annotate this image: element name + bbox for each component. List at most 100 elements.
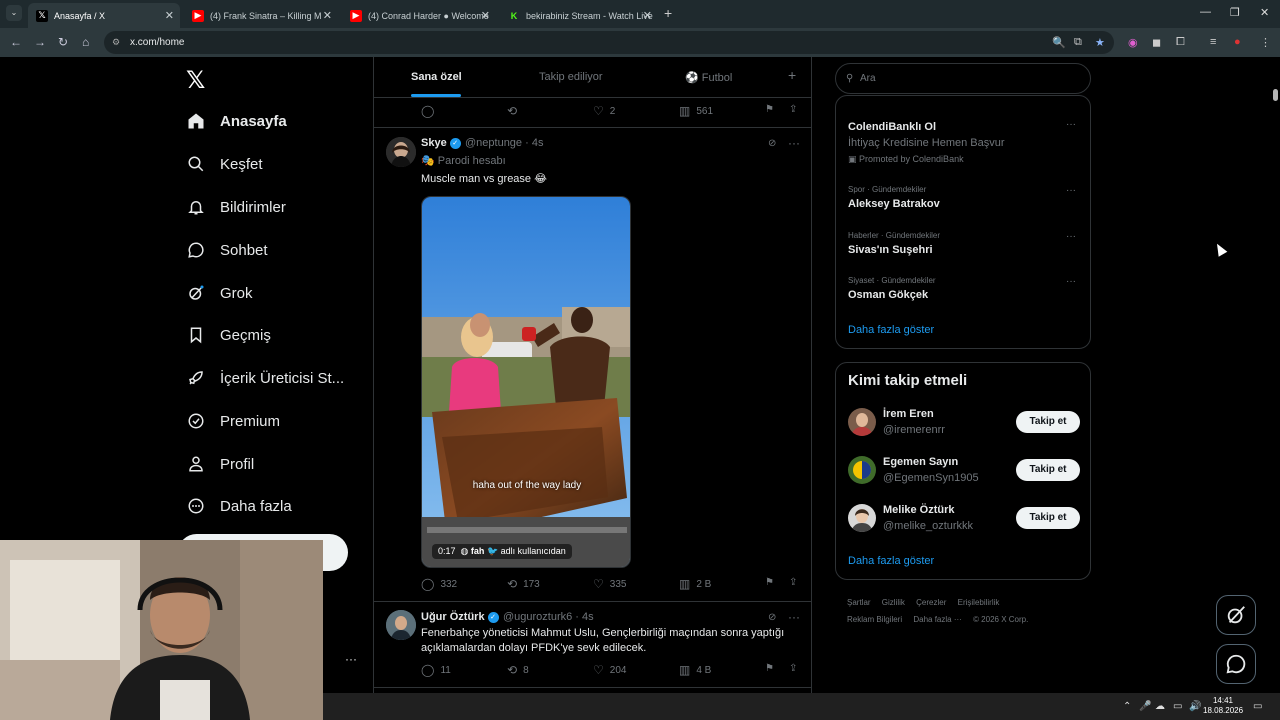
reply-button[interactable]: ◯	[421, 104, 440, 118]
trend-more-icon[interactable]: ···	[1066, 231, 1076, 242]
nav-home[interactable]: Anasayfa	[186, 105, 287, 137]
grok-post-icon[interactable]: ⊘	[768, 612, 776, 623]
avatar[interactable]	[386, 610, 416, 640]
avatar[interactable]	[386, 137, 416, 167]
follow-button[interactable]: Takip et	[1016, 411, 1080, 433]
profile-icon[interactable]: ●	[1234, 36, 1241, 48]
footer-link-terms[interactable]: Şartlar	[847, 598, 871, 607]
post-author[interactable]: Uğur Öztürk ✓	[421, 611, 499, 623]
nav-more[interactable]: Daha fazla	[186, 490, 292, 522]
extension-icon[interactable]: ◼	[1152, 36, 1161, 49]
post-video[interactable]: haha out of the way lady 0:17 ◍ fah 🐦 ad…	[421, 196, 631, 568]
site-info-icon[interactable]: ⚙	[112, 31, 120, 54]
avatar[interactable]	[848, 408, 876, 436]
follow-button[interactable]: Takip et	[1016, 459, 1080, 481]
share-icon[interactable]: ⇪	[789, 104, 797, 115]
trend-title[interactable]: Osman Gökçek	[848, 289, 928, 301]
new-tab-button[interactable]: +	[664, 5, 672, 21]
trend-title[interactable]: Aleksey Batrakov	[848, 198, 940, 210]
trend-more-icon[interactable]: ···	[1066, 119, 1076, 130]
tab-search-button[interactable]: ⌄	[6, 5, 22, 21]
post-handle[interactable]: @neptunge · 4s	[465, 137, 543, 149]
avatar[interactable]	[848, 456, 876, 484]
suggested-user-name[interactable]: Egemen Sayın	[883, 456, 958, 468]
tab-for-you[interactable]: Sana özel	[411, 71, 462, 83]
close-icon[interactable]: ✕	[481, 9, 490, 22]
bookmark-post-icon[interactable]: ⚑	[765, 577, 774, 588]
share-icon[interactable]: ⇪	[789, 577, 797, 588]
forward-icon[interactable]: →	[34, 35, 46, 49]
cast-icon[interactable]: ⧉	[1074, 36, 1082, 49]
footer-link-ads-info[interactable]: Reklam Bilgileri	[847, 615, 902, 624]
tab-youtube-conrad[interactable]: ▶ (4) Conrad Harder ● Welcome ✕	[342, 3, 496, 28]
repost-button[interactable]: ⟲	[507, 104, 523, 118]
x-logo-icon[interactable]: 𝕏	[186, 66, 205, 95]
like-button[interactable]: ♡ 335	[593, 577, 626, 591]
cloud-icon[interactable]: ☁	[1155, 701, 1165, 712]
post-more-icon[interactable]: ···	[788, 610, 800, 624]
nav-premium[interactable]: Premium	[186, 405, 280, 437]
tab-following[interactable]: Takip ediliyor	[539, 71, 603, 83]
tab-x-home[interactable]: 𝕏 Anasayfa / X ✕	[28, 3, 180, 28]
back-icon[interactable]: ←	[10, 35, 22, 49]
post-handle[interactable]: @ugurozturk6 · 4s	[503, 611, 594, 623]
nav-notifications[interactable]: Bildirimler	[186, 191, 286, 223]
bookmark-post-icon[interactable]: ⚑	[765, 104, 774, 115]
trend-title[interactable]: Sivas'ın Suşehri	[848, 244, 933, 256]
trend-title[interactable]: ColendiBanklı Ol	[848, 121, 936, 133]
tray-chevron-icon[interactable]: ⌃	[1123, 701, 1131, 712]
trend-more-icon[interactable]: ···	[1066, 185, 1076, 196]
account-menu-icon[interactable]: ···	[345, 652, 357, 666]
nav-explore[interactable]: Keşfet	[186, 148, 263, 180]
extension-icon[interactable]: ◉	[1128, 36, 1138, 49]
window-close-icon[interactable]: ✕	[1260, 6, 1269, 19]
microphone-icon[interactable]: 🎤	[1139, 701, 1151, 712]
nav-chat[interactable]: Sohbet	[186, 234, 268, 266]
views-button[interactable]: ▥ 561	[679, 104, 713, 118]
taskbar-clock[interactable]: 14:41 18.08.2026	[1203, 696, 1243, 716]
nav-creator-studio[interactable]: İçerik Üreticisi St...	[186, 362, 344, 394]
close-icon[interactable]: ✕	[643, 9, 652, 22]
like-button[interactable]: ♡ 204	[593, 663, 626, 677]
close-icon[interactable]: ✕	[323, 9, 332, 22]
reload-icon[interactable]: ↻	[58, 35, 68, 49]
tab-youtube-sinatra[interactable]: ▶ (4) Frank Sinatra – Killing M ✕	[184, 3, 338, 28]
post-more-icon[interactable]: ···	[788, 136, 800, 150]
close-icon[interactable]: ✕	[165, 9, 174, 22]
video-attribution[interactable]: fah	[471, 546, 485, 556]
messages-fab-button[interactable]	[1216, 644, 1256, 684]
reply-button[interactable]: ◯ 332	[421, 577, 457, 591]
add-tab-button[interactable]: +	[788, 67, 796, 83]
browser-menu-icon[interactable]: ⋮	[1260, 36, 1271, 49]
views-button[interactable]: ▥ 4 B	[679, 663, 711, 677]
nav-bookmarks[interactable]: Geçmiş	[186, 319, 271, 351]
scrollbar-thumb[interactable]	[1273, 89, 1278, 101]
tab-groups-icon[interactable]: ≡	[1210, 36, 1216, 48]
address-bar[interactable]: ⚙ x.com/home	[104, 31, 1114, 54]
bookmark-star-icon[interactable]: ★	[1095, 36, 1105, 49]
grok-post-icon[interactable]: ⊘	[768, 138, 776, 149]
share-icon[interactable]: ⇪	[789, 663, 797, 674]
who-to-follow-show-more-link[interactable]: Daha fazla göster	[848, 555, 934, 567]
follow-button[interactable]: Takip et	[1016, 507, 1080, 529]
bookmark-post-icon[interactable]: ⚑	[765, 663, 774, 674]
grok-fab-button[interactable]	[1216, 595, 1256, 635]
trend-more-icon[interactable]: ···	[1066, 276, 1076, 287]
footer-link-cookies[interactable]: Çerezler	[916, 598, 946, 607]
home-browser-icon[interactable]: ⌂	[82, 35, 89, 49]
reply-button[interactable]: ◯ 11	[421, 663, 451, 677]
minimize-icon[interactable]: —	[1200, 6, 1211, 18]
footer-link-accessibility[interactable]: Erişilebilirlik	[958, 598, 1000, 607]
suggested-user-name[interactable]: İrem Eren	[883, 408, 934, 420]
repost-button[interactable]: ⟲ 8	[507, 663, 529, 677]
repost-button[interactable]: ⟲ 173	[507, 577, 540, 591]
like-button[interactable]: ♡ 2	[593, 104, 615, 118]
post-author[interactable]: Skye ✓	[421, 137, 461, 149]
extensions-puzzle-icon[interactable]: ⧠	[1176, 36, 1185, 49]
notifications-icon[interactable]: ▭	[1253, 701, 1262, 712]
views-button[interactable]: ▥ 2 B	[679, 577, 711, 591]
tab-kick-stream[interactable]: K bekirabiniz Stream - Watch Live ✕	[500, 3, 658, 28]
nav-profile[interactable]: Profil	[186, 448, 254, 480]
restore-icon[interactable]: ❐	[1230, 6, 1240, 19]
footer-link-privacy[interactable]: Gizlilik	[882, 598, 905, 607]
